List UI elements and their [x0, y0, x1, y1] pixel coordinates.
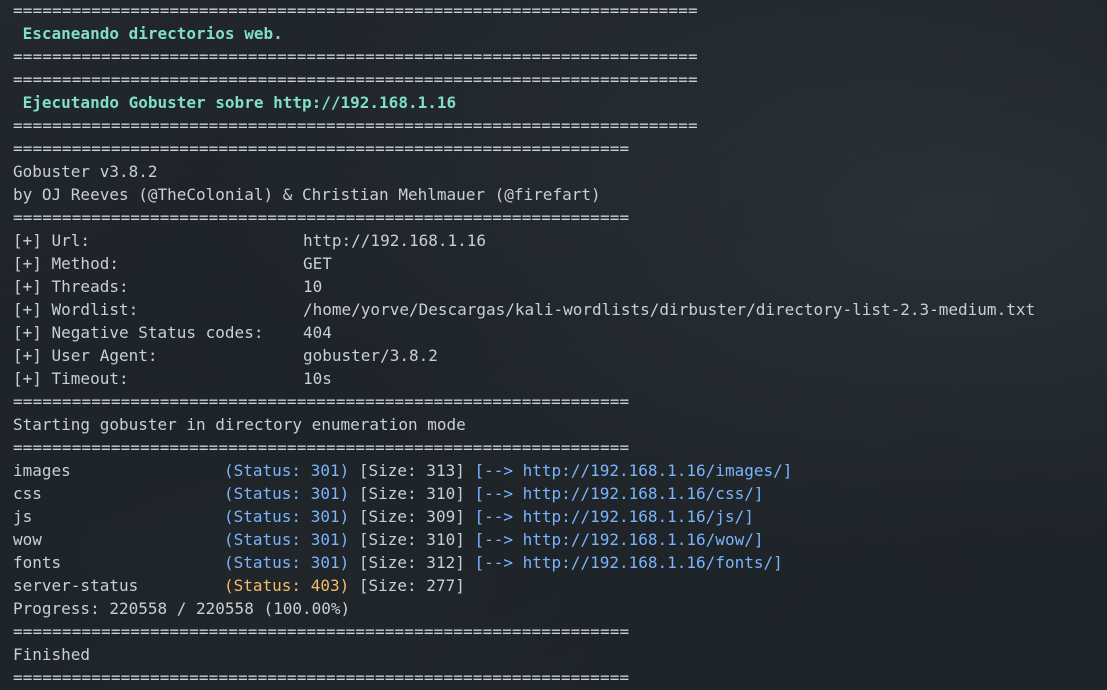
result-status: (Status: 301)	[224, 507, 350, 526]
result-redirect-link[interactable]: [--> http://192.168.1.16/js/]	[474, 507, 753, 526]
result-path: fonts	[13, 553, 62, 572]
separator: ========================================…	[13, 139, 630, 158]
result-row: js (Status: 301) [Size: 309] [--> http://…	[13, 505, 1103, 528]
separator: ========================================…	[13, 47, 698, 66]
separator: ========================================…	[13, 438, 630, 457]
result-status: (Status: 301)	[224, 530, 350, 549]
config-row-threads: [+] Threads: 10	[13, 275, 1103, 298]
config-key: [+] Method:	[13, 254, 119, 273]
result-path: server-status	[13, 576, 139, 595]
result-redirect-link[interactable]: [--> http://192.168.1.16/images/]	[474, 461, 792, 480]
separator: ========================================…	[13, 70, 698, 89]
result-size: [Size: 312]	[358, 553, 465, 572]
separator: ========================================…	[13, 392, 630, 411]
result-path: wow	[13, 530, 42, 549]
result-size: [Size: 310]	[358, 530, 465, 549]
separator: ========================================…	[13, 116, 698, 135]
gobuster-version: Gobuster v3.8.2	[13, 162, 158, 181]
separator: ========================================…	[13, 208, 630, 227]
result-row: wow (Status: 301) [Size: 310] [--> http:/…	[13, 528, 1103, 551]
result-redirect-link[interactable]: [--> http://192.168.1.16/wow/]	[474, 530, 763, 549]
config-key: [+] Url:	[13, 231, 91, 250]
config-row-wordlist: [+] Wordlist: /home/yorve/Descargas/kali-…	[13, 298, 1103, 321]
config-row-url: [+] Url: http://192.168.1.16	[13, 229, 1103, 252]
result-row: css (Status: 301) [Size: 310] [--> http:/…	[13, 482, 1103, 505]
result-row: server-status (Status: 403) [Size: 277]	[13, 574, 1103, 597]
config-row-timeout: [+] Timeout: 10s	[13, 367, 1103, 390]
config-value: 10s	[303, 369, 332, 388]
result-redirect-link[interactable]: [--> http://192.168.1.16/fonts/]	[474, 553, 782, 572]
separator: ========================================…	[13, 1, 698, 20]
result-size: [Size: 277]	[358, 576, 465, 595]
section-header-gobuster: Ejecutando Gobuster sobre http://192.168…	[13, 93, 457, 112]
config-value: gobuster/3.8.2	[303, 346, 438, 365]
progress-line: Progress: 220558 / 220558 (100.00%)	[13, 599, 351, 618]
result-path: js	[13, 507, 33, 526]
config-key: [+] Wordlist:	[13, 300, 139, 319]
config-row-method: [+] Method: GET	[13, 252, 1103, 275]
config-value: 10	[303, 277, 323, 296]
result-size: [Size: 310]	[358, 484, 465, 503]
config-key: [+] Negative Status codes:	[13, 323, 264, 342]
config-row-negative-status: [+] Negative Status codes: 404	[13, 321, 1103, 344]
config-key: [+] Timeout:	[13, 369, 129, 388]
result-status: (Status: 301)	[224, 553, 350, 572]
result-status: (Status: 403)	[224, 576, 350, 595]
mode-line: Starting gobuster in directory enumerati…	[13, 415, 466, 434]
result-redirect-link[interactable]: [--> http://192.168.1.16/css/]	[474, 484, 763, 503]
config-key: [+] User Agent:	[13, 346, 158, 365]
config-value: 404	[303, 323, 332, 342]
result-status: (Status: 301)	[224, 484, 350, 503]
result-row: images (Status: 301) [Size: 313] [--> htt…	[13, 459, 1103, 482]
result-status: (Status: 301)	[224, 461, 350, 480]
config-value: http://192.168.1.16	[303, 231, 487, 250]
result-size: [Size: 309]	[358, 507, 465, 526]
result-size: [Size: 313]	[358, 461, 465, 480]
finished-line: Finished	[13, 645, 91, 664]
result-path: css	[13, 484, 42, 503]
separator: ========================================…	[13, 622, 630, 641]
config-value: /home/yorve/Descargas/kali-wordlists/dir…	[303, 300, 1036, 319]
config-key: [+] Threads:	[13, 277, 129, 296]
result-path: images	[13, 461, 71, 480]
result-row: fonts (Status: 301) [Size: 312] [--> http…	[13, 551, 1103, 574]
separator: ========================================…	[13, 668, 630, 687]
terminal-output[interactable]: ========================================…	[13, 0, 1103, 689]
config-row-user-agent: [+] User Agent: gobuster/3.8.2	[13, 344, 1103, 367]
config-value: GET	[303, 254, 332, 273]
section-header-scan: Escaneando directorios web.	[13, 24, 283, 43]
gobuster-authors: by OJ Reeves (@TheColonial) & Christian …	[13, 185, 601, 204]
